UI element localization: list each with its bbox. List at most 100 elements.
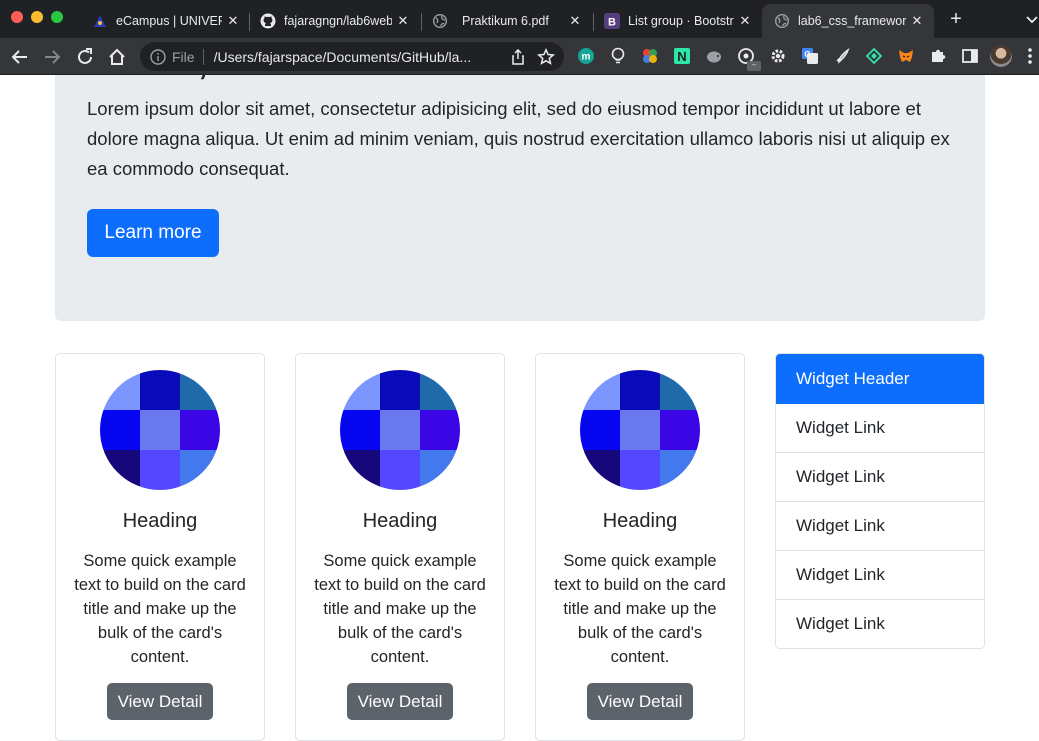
thumbnail-tile xyxy=(140,410,180,450)
url-text[interactable]: /Users/fajarspace/Documents/GitHub/la... xyxy=(214,49,508,65)
thumbnail-tile xyxy=(140,370,180,410)
bookmark-star-icon[interactable] xyxy=(536,47,556,67)
close-icon[interactable]: ✕ xyxy=(226,13,240,29)
thumbnail-tile xyxy=(380,450,420,490)
page-viewport: Hello, world! Lorem ipsum dolor sit amet… xyxy=(0,75,1039,741)
minimize-window-button[interactable] xyxy=(31,11,43,23)
close-icon[interactable]: ✕ xyxy=(738,13,752,29)
metamask-extension-icon[interactable] xyxy=(897,47,915,65)
thumbnail-tile xyxy=(180,450,220,490)
widget-list-group: Widget Header Widget Link Widget Link Wi… xyxy=(775,353,985,649)
thumbnail-tile xyxy=(660,450,700,490)
browser-toolbar: File /Users/fajarspace/Documents/GitHub/… xyxy=(0,38,1039,75)
thumbnail-tile xyxy=(420,450,460,490)
bootstrap-icon: B xyxy=(604,13,620,29)
thumbnail-tile xyxy=(380,410,420,450)
thumbnail-tile xyxy=(100,410,140,450)
view-detail-button[interactable]: View Detail xyxy=(587,683,693,720)
card-text: Some quick example text to build on the … xyxy=(74,552,246,666)
thumbnail-tile xyxy=(620,370,660,410)
diamond-extension-icon[interactable] xyxy=(865,47,883,65)
close-icon[interactable]: ✕ xyxy=(910,13,924,29)
card-title: Heading xyxy=(362,510,438,532)
browser-tab-3[interactable]: Praktikum 6.pdf ✕ xyxy=(426,4,590,38)
sidebar-icon[interactable] xyxy=(961,47,979,65)
share-icon[interactable] xyxy=(508,47,528,67)
widget-header[interactable]: Widget Header xyxy=(776,354,984,404)
thumbnail-tile xyxy=(420,370,460,410)
thumbnail-tile xyxy=(420,410,460,450)
thumbnail-tile xyxy=(340,410,380,450)
thumbnail-tile xyxy=(660,410,700,450)
thumbnail-tile xyxy=(180,410,220,450)
thumbnail-tile xyxy=(620,450,660,490)
browser-tab-2[interactable]: fajaragngn/lab6web ✕ xyxy=(254,4,418,38)
jumbotron-title: Hello, world! xyxy=(87,75,351,88)
thumbnail-tile xyxy=(100,370,140,410)
card: Heading Some quick example text to build… xyxy=(535,353,745,741)
widget-link[interactable]: Widget Link xyxy=(776,600,984,648)
translate-badge: G xyxy=(804,50,810,59)
back-arrow-icon[interactable] xyxy=(8,45,32,69)
hedgehog-extension-icon[interactable] xyxy=(705,47,723,65)
tab-title: lab6_css_framework xyxy=(798,14,906,28)
thumbnail-tile xyxy=(660,370,700,410)
github-icon xyxy=(260,13,276,29)
address-bar[interactable]: File /Users/fajarspace/Documents/GitHub/… xyxy=(140,42,564,71)
card-text: Some quick example text to build on the … xyxy=(314,552,486,666)
color-wheel-extension-icon[interactable] xyxy=(641,47,659,65)
browser-tab-5-active[interactable]: lab6_css_framework ✕ xyxy=(762,4,934,38)
thumbnail-tile xyxy=(580,410,620,450)
view-detail-button[interactable]: View Detail xyxy=(347,683,453,720)
widget-link[interactable]: Widget Link xyxy=(776,551,984,600)
palette-extension-icon[interactable]: -- xyxy=(737,47,761,71)
globe-icon xyxy=(432,13,448,29)
forward-arrow-icon[interactable] xyxy=(40,45,64,69)
card: Heading Some quick example text to build… xyxy=(295,353,505,741)
thumbnail-tile xyxy=(580,450,620,490)
close-window-button[interactable] xyxy=(11,11,23,23)
card: Heading Some quick example text to build… xyxy=(55,353,265,741)
maximize-window-button[interactable] xyxy=(51,11,63,23)
new-tab-plus-icon[interactable]: + xyxy=(946,9,966,29)
widget-link[interactable]: Widget Link xyxy=(776,453,984,502)
home-icon[interactable] xyxy=(105,45,129,69)
thumbnail-tile xyxy=(620,410,660,450)
puzzle-extensions-icon[interactable] xyxy=(929,47,947,65)
card-text: Some quick example text to build on the … xyxy=(554,552,726,666)
view-detail-button[interactable]: View Detail xyxy=(107,683,213,720)
rocket-extension-icon[interactable] xyxy=(833,47,851,65)
more-options-icon[interactable] xyxy=(1028,47,1032,65)
card-title: Heading xyxy=(602,510,678,532)
thumbnail-tile xyxy=(340,450,380,490)
m-extension-icon[interactable]: m xyxy=(577,47,595,65)
thumbnail-tile xyxy=(340,370,380,410)
learn-more-button[interactable]: Learn more xyxy=(87,209,219,257)
browser-tab-4[interactable]: B List group · Bootstrap ✕ xyxy=(598,4,758,38)
reload-icon[interactable] xyxy=(73,45,97,69)
profile-avatar[interactable] xyxy=(990,45,1012,67)
tab-title: Praktikum 6.pdf xyxy=(462,14,549,28)
thumbnail-tile xyxy=(580,370,620,410)
address-divider xyxy=(202,48,204,65)
jumbotron: Hello, world! Lorem ipsum dolor sit amet… xyxy=(55,75,985,321)
notion-extension-icon[interactable]: N xyxy=(673,47,691,65)
google-translate-extension-icon[interactable]: G xyxy=(801,47,819,65)
gear-extension-icon[interactable] xyxy=(769,47,787,65)
widget-link[interactable]: Widget Link xyxy=(776,404,984,453)
tab-title: fajaragngn/lab6web xyxy=(284,14,392,28)
tab-divider xyxy=(593,13,594,31)
info-icon[interactable] xyxy=(150,48,166,65)
svg-text:m: m xyxy=(582,52,591,63)
ecampus-icon xyxy=(92,13,108,29)
close-icon[interactable]: ✕ xyxy=(396,13,410,29)
card-thumbnail-image xyxy=(580,370,700,490)
lightbulb-extension-icon[interactable] xyxy=(609,47,627,65)
thumbnail-tile xyxy=(180,370,220,410)
chevron-down-icon[interactable] xyxy=(1025,10,1039,28)
browser-tab-1[interactable]: eCampus | UNIVERSITAS ✕ xyxy=(88,4,248,38)
jumbotron-text: Lorem ipsum dolor sit amet, consectetur … xyxy=(87,98,950,179)
svg-text:N: N xyxy=(677,49,686,64)
close-icon[interactable]: ✕ xyxy=(568,13,582,29)
widget-link[interactable]: Widget Link xyxy=(776,502,984,551)
